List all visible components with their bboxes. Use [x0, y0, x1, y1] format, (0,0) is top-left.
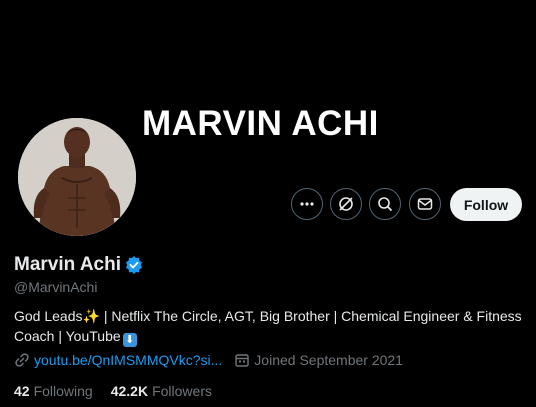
followers-count: 42.2K: [110, 383, 149, 399]
following-count: 42: [14, 383, 30, 399]
name-row: Marvin Achi: [14, 254, 143, 276]
more-button[interactable]: [291, 188, 323, 220]
grok-icon: [339, 197, 353, 211]
grok-button[interactable]: [330, 188, 362, 220]
down-arrow-icon: ⬇: [122, 333, 137, 347]
more-icon: [300, 202, 314, 206]
followers-link[interactable]: 42.2K Followers: [111, 383, 212, 399]
follow-stats: 42 Following 42.2K Followers: [14, 383, 212, 399]
link-icon: [15, 353, 29, 367]
profile-meta: youtu.be/QnIMSMMQVkc?si... Joined Septem…: [14, 352, 403, 368]
following-label: Following: [33, 383, 93, 399]
avatar[interactable]: [15, 115, 139, 239]
bio-text-start: God Leads: [14, 308, 83, 324]
sparkles-icon: ✨: [82, 308, 100, 324]
verified-badge-icon[interactable]: [125, 256, 143, 274]
following-link[interactable]: 42 Following: [14, 383, 93, 399]
bio: God Leads✨ | Netflix The Circle, AGT, Bi…: [14, 306, 524, 347]
banner-title: MARVIN ACHI: [142, 104, 379, 143]
profile-link[interactable]: youtu.be/QnIMSMMQVkc?si...: [34, 352, 222, 368]
avatar-photo: [18, 118, 136, 236]
followers-label: Followers: [152, 383, 212, 399]
search-button[interactable]: [369, 188, 401, 220]
search-icon: [378, 197, 393, 212]
calendar-icon: [235, 354, 249, 367]
joined-date: Joined September 2021: [234, 352, 403, 368]
mail-icon: [417, 198, 433, 210]
message-button[interactable]: [409, 188, 441, 220]
joined-text: Joined September 2021: [254, 352, 403, 368]
handle: @MarvinAchi: [14, 279, 98, 295]
follow-button[interactable]: Follow: [450, 188, 522, 221]
display-name: Marvin Achi: [14, 254, 121, 275]
